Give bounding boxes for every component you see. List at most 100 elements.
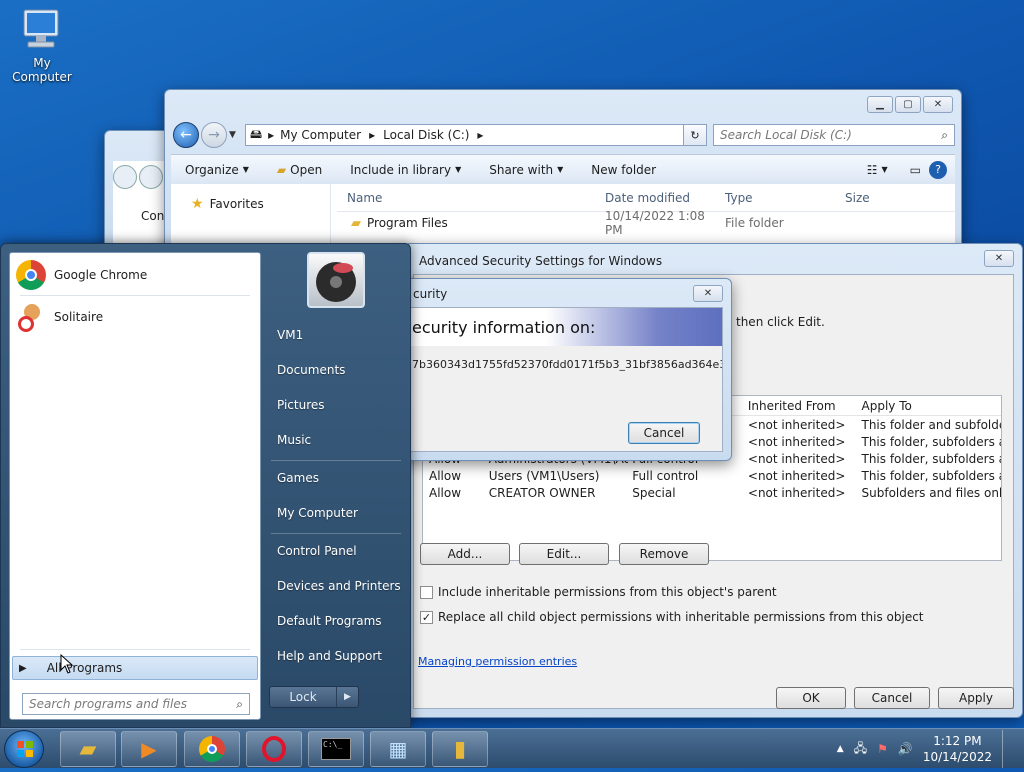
table-row[interactable]: Allow CREATOR OWNER Special <not inherited… (423, 484, 1001, 501)
breadcrumb-my-computer[interactable]: My Computer (280, 128, 361, 142)
taskbar-chrome[interactable] (184, 731, 240, 767)
new-folder-button[interactable]: New folder (577, 163, 670, 177)
close-button[interactable]: ✕ (984, 250, 1014, 267)
breadcrumb-sep-icon: ▸ (477, 128, 484, 142)
start-item-pictures[interactable]: Pictures (277, 398, 325, 412)
apply-button[interactable]: Apply (938, 687, 1014, 709)
clock[interactable]: 1:12 PM 10/14/2022 (923, 733, 992, 765)
table-row[interactable]: Allow Users (VM1\Users) Full control <not … (423, 467, 1001, 484)
column-size[interactable]: Size (839, 191, 870, 205)
chrome-icon (16, 260, 46, 290)
taskbar-media-player[interactable]: ▶ (121, 731, 177, 767)
start-search-input[interactable]: Search programs and files ⌕ (22, 693, 250, 715)
start-item-help-support[interactable]: Help and Support (277, 649, 382, 663)
managing-permission-link[interactable]: Managing permission entries (418, 655, 577, 668)
include-in-library-button[interactable]: Include in library ▼ (336, 163, 475, 177)
caption-buttons: ✕ (693, 285, 723, 302)
dialog-title: curity (413, 287, 448, 301)
taskbar-cmd[interactable]: C:\_ (308, 731, 364, 767)
search-icon: ⌕ (941, 127, 948, 142)
show-hidden-icons[interactable]: ▲ (837, 744, 844, 754)
drive-icon: 🖴 (250, 126, 263, 141)
computer-icon (18, 8, 66, 52)
minimize-button[interactable]: ▁ (867, 96, 893, 113)
refresh-button[interactable]: ↻ (683, 124, 707, 146)
column-name[interactable]: Name (337, 191, 599, 205)
breadcrumb-sep-icon: ▸ (268, 128, 275, 142)
back-icon[interactable]: ← (173, 122, 199, 148)
file-list-header: Name Date modified Type Size (337, 184, 955, 212)
include-inheritable-checkbox[interactable]: Include inheritable permissions from thi… (420, 585, 777, 599)
start-item-documents[interactable]: Documents (277, 363, 345, 377)
chrome-icon (199, 736, 225, 762)
desktop-icon-my-computer[interactable]: My Computer (4, 8, 80, 84)
taskbar-control-panel[interactable]: ▦ (370, 731, 426, 767)
close-button[interactable]: ✕ (693, 285, 723, 302)
edit-button[interactable]: Edit... (519, 543, 609, 565)
remove-button[interactable]: Remove (619, 543, 709, 565)
share-with-button[interactable]: Share with ▼ (475, 163, 577, 177)
start-item-devices-printers[interactable]: Devices and Printers (277, 579, 401, 593)
clock-date: 10/14/2022 (922, 750, 992, 764)
program-google-chrome[interactable]: Google Chrome (14, 255, 258, 295)
taskbar-folder[interactable]: ▮ (432, 731, 488, 767)
open-button[interactable]: ▰ Open (263, 163, 336, 177)
help-icon[interactable]: ? (929, 160, 947, 179)
taskbar-opera[interactable] (246, 731, 302, 767)
column-date-modified[interactable]: Date modified (599, 191, 719, 205)
windows-security-dialog[interactable]: curity ✕ ecurity information on: 7b36034… (392, 278, 732, 461)
program-solitaire[interactable]: Solitaire (14, 297, 258, 337)
start-item-control-panel[interactable]: Control Panel (277, 544, 357, 558)
column-inherited-from[interactable]: Inherited From (744, 399, 858, 413)
start-menu-programs-pane: Google Chrome Solitaire ▶ All Programs S… (9, 252, 261, 720)
start-button[interactable] (4, 730, 44, 768)
file-row[interactable]: ▰ Program Files 10/14/2022 1:08 PM File … (337, 209, 955, 237)
recent-pages-icon[interactable]: ▼ (229, 130, 236, 140)
instruction-text: then click Edit. (736, 315, 825, 329)
replace-child-permissions-checkbox[interactable]: ✓ Replace all child object permissions w… (420, 610, 924, 624)
view-options-icon[interactable]: ☷ ▼ (853, 163, 902, 177)
preview-pane-icon[interactable]: ▭ (902, 163, 929, 177)
column-type[interactable]: Type (719, 191, 839, 205)
checkbox-checked-icon[interactable]: ✓ (420, 610, 433, 624)
column-apply-to[interactable]: Apply To (858, 399, 1002, 413)
close-button[interactable]: ✕ (923, 96, 953, 113)
ok-button[interactable]: OK (776, 687, 846, 709)
start-item-default-programs[interactable]: Default Programs (277, 614, 382, 628)
folder-icon: ▮ (453, 736, 467, 762)
user-avatar[interactable] (307, 252, 365, 308)
search-input[interactable]: Search Local Disk (C:) ⌕ (713, 124, 955, 146)
control-panel-icon: ▦ (388, 737, 408, 761)
start-item-my-computer[interactable]: My Computer (277, 506, 358, 520)
partial-label: Con (141, 209, 165, 223)
opera-icon (262, 736, 286, 762)
clock-time: 1:12 PM (933, 734, 982, 748)
volume-icon[interactable]: 🔊 (898, 742, 913, 756)
file-name: Program Files (367, 216, 448, 230)
action-center-icon[interactable]: ⚑ (877, 742, 888, 756)
add-button[interactable]: Add... (420, 543, 510, 565)
network-icon[interactable]: 🖧 (854, 739, 867, 760)
all-programs-button[interactable]: ▶ All Programs (12, 656, 258, 680)
folder-icon: ▰ (351, 215, 361, 231)
address-bar[interactable]: 🖴 ▸ My Computer ▸ Local Disk (C:) ▸ ▼ (245, 124, 705, 146)
taskbar-explorer[interactable]: ▰ (60, 731, 116, 767)
breadcrumb-local-disk[interactable]: Local Disk (C:) (383, 128, 469, 142)
cancel-button[interactable]: Cancel (628, 422, 700, 444)
show-desktop-button[interactable] (1002, 730, 1014, 768)
caption-buttons: ▁ ▢ ✕ (867, 96, 953, 113)
security-dialog-client: ecurity information on: 7b360343d1755fd5… (401, 307, 723, 452)
organize-button[interactable]: Organize ▼ (171, 163, 263, 177)
lock-options-icon[interactable]: ▶ (336, 687, 358, 707)
checkbox-box[interactable] (420, 585, 433, 599)
nav-favorites[interactable]: ★ Favorites (191, 196, 264, 212)
windows-logo-icon (17, 741, 33, 757)
maximize-button[interactable]: ▢ (895, 96, 921, 113)
start-item-user[interactable]: VM1 (277, 328, 303, 342)
forward-icon[interactable]: → (201, 122, 227, 148)
lock-button[interactable]: Lock ▶ (269, 686, 359, 708)
search-placeholder: Search Local Disk (C:) (720, 128, 852, 142)
start-item-games[interactable]: Games (277, 471, 319, 485)
start-item-music[interactable]: Music (277, 433, 311, 447)
cancel-button[interactable]: Cancel (854, 687, 930, 709)
